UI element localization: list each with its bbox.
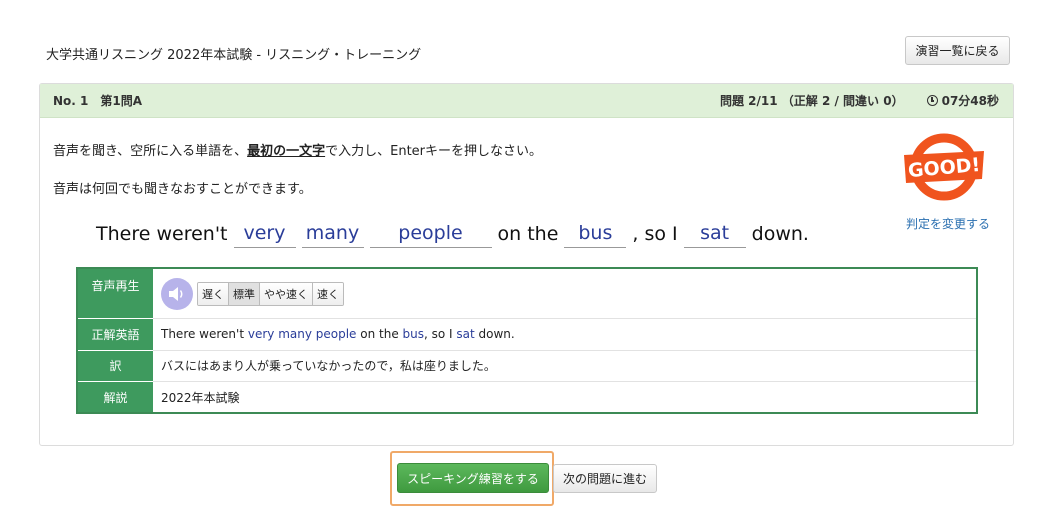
answer-sentence: There weren't very many people on the bu… [153, 318, 977, 351]
table-row: 音声再生 遅く 標準 やや速く 速く [77, 268, 977, 320]
speed-fast-button[interactable]: 速く [313, 282, 343, 305]
table-row: 正解英語 There weren't very many people on t… [77, 318, 977, 351]
speed-slightly-fast-button[interactable]: やや速く [260, 282, 313, 305]
audio-label: 音声再生 [77, 268, 153, 320]
detail-table: 音声再生 遅く 標準 やや速く 速く 正解英語 There weren't ve… [76, 267, 978, 414]
sentence-text: down. [751, 223, 809, 245]
answer-blank[interactable]: bus [564, 222, 627, 248]
question-sentence: There weren't very many people on the bu… [96, 218, 815, 248]
sentence-text: There weren't [96, 223, 228, 245]
answer-label: 正解英語 [77, 318, 153, 351]
sentence-text: , so I [632, 223, 678, 245]
back-to-list-button[interactable]: 演習一覧に戻る [905, 36, 1010, 65]
answer-blank[interactable]: people [369, 222, 492, 248]
audio-controls: 遅く 標準 やや速く 速く [161, 277, 976, 310]
timer: 07分48秒 [926, 92, 999, 109]
question-id: No. 1 第1問A [53, 94, 143, 108]
speaker-icon [169, 286, 183, 301]
sentence-text: on the [497, 223, 559, 245]
explanation-label: 解説 [77, 381, 153, 414]
play-audio-button[interactable] [161, 277, 193, 310]
progress-status: 問題 2/11 （正解 2 / 間違い 0） [720, 94, 904, 108]
change-judgement-link[interactable]: 判定を変更する [906, 215, 990, 232]
answer-blank[interactable]: very [233, 222, 296, 248]
table-row: 訳 バスにはあまり人が乗っていなかったので，私は座りました。 [77, 350, 977, 383]
panel-header: No. 1 第1問A 問題 2/11 （正解 2 / 間違い 0） 07分48秒 [40, 84, 1013, 118]
answer-blank[interactable]: sat [683, 222, 746, 248]
instruction-line-1: 音声を聞き、空所に入る単語を、最初の一文字で入力し、Enterキーを押しなさい。 [53, 144, 543, 159]
answer-blank[interactable]: many [301, 222, 364, 248]
page-title: 大学共通リスニング 2022年本試験 - リスニング・トレーニング [46, 48, 422, 63]
speed-slow-button[interactable]: 遅く [198, 282, 229, 305]
table-row: 解説 2022年本試験 [77, 381, 977, 414]
good-stamp-icon: GOOD! [904, 133, 984, 201]
translation-label: 訳 [77, 350, 153, 383]
speed-selector: 遅く 標準 やや速く 速く [197, 281, 344, 306]
instruction-line-2: 音声は何回でも聞きなおすことができます。 [53, 182, 312, 197]
speaking-practice-button[interactable]: スピーキング練習をする [397, 463, 549, 493]
next-question-button[interactable]: 次の問題に進む [553, 464, 657, 493]
speed-normal-button[interactable]: 標準 [229, 282, 260, 305]
clock-icon [926, 95, 938, 106]
timer-value: 07分48秒 [941, 94, 999, 108]
explanation-text: 2022年本試験 [161, 390, 240, 405]
translation-text: バスにはあまり人が乗っていなかったので，私は座りました。 [153, 350, 977, 383]
question-panel: No. 1 第1問A 問題 2/11 （正解 2 / 間違い 0） 07分48秒… [39, 83, 1014, 446]
instruction-emphasis: 最初の一文字 [247, 144, 326, 159]
